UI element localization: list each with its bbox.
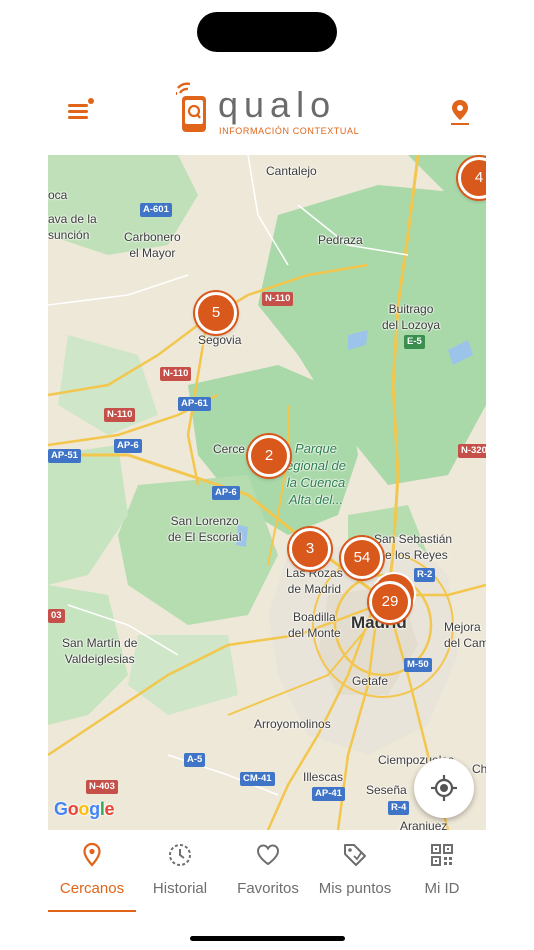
active-tab-indicator (48, 910, 136, 912)
place-oca: oca (48, 188, 68, 202)
place-lasrozas: Las Rozas de Madrid (286, 566, 343, 596)
place-pedraza: Pedraza (318, 233, 363, 247)
map-cluster-marker[interactable]: 29 (369, 581, 411, 623)
place-nava: ava de la sunción (48, 212, 97, 242)
road-n320: N-320 (458, 444, 486, 458)
road-r5: 03 (48, 609, 65, 623)
road-ap6-a: AP-6 (114, 439, 142, 453)
place-cerce: Cerce (213, 442, 246, 456)
tab-label: Mis puntos (318, 880, 392, 897)
place-carbonero: Carbonero el Mayor (124, 230, 181, 260)
tab-label: Cercanos (59, 880, 125, 897)
place-cantalejo: Cantalejo (266, 164, 317, 178)
road-n110-b: N-110 (160, 367, 192, 381)
history-icon (169, 844, 191, 866)
place-boadilla: Boadilla del Monte (288, 610, 341, 640)
app-name: qualo (218, 84, 337, 125)
place-sansebastian: San Sebastián de los Reyes (374, 532, 453, 562)
place-parque: Parque egional de la Cuenca Alta del... (286, 441, 346, 507)
place-arroyomolinos: Arroyomolinos (254, 717, 331, 731)
place-buitrago: Buitrago del Lozoya (382, 302, 441, 332)
app-screen: qualo INFORMACIÓN CONTEXTUAL Cantalejo a… (0, 0, 534, 950)
road-n403: N-403 (86, 780, 118, 794)
home-indicator[interactable] (190, 936, 345, 941)
road-a601: A-601 (140, 203, 172, 217)
tag-icon (344, 844, 366, 866)
tab-label: Mi ID (424, 880, 460, 897)
my-location-button[interactable] (414, 758, 474, 818)
app-header: qualo INFORMACIÓN CONTEXTUAL (0, 70, 534, 150)
place-mejorada: Mejora del Cam (444, 620, 486, 650)
place-getafe: Getafe (352, 674, 389, 688)
place-aranjuez: Aranjuez (400, 819, 448, 830)
tab-historial[interactable]: Historial (136, 832, 224, 912)
road-e5: E-5 (404, 335, 425, 349)
road-n110-a: N-110 (262, 292, 294, 306)
road-ap51: AP-51 (48, 449, 81, 463)
map-cluster-marker[interactable]: 2 (248, 435, 290, 477)
app-tagline: INFORMACIÓN CONTEXTUAL (219, 126, 360, 136)
road-r4: R-4 (388, 801, 410, 815)
device-notch (197, 12, 337, 52)
qualo-logo-icon (176, 82, 206, 132)
place-segovia: Segovia (198, 333, 242, 347)
road-cm41: CM-41 (240, 772, 275, 786)
place-sesena: Seseña (366, 783, 407, 797)
road-ap6-b: AP-6 (212, 486, 240, 500)
map-cluster-marker[interactable]: 54 (341, 537, 383, 579)
tab-cercanos[interactable]: Cercanos (48, 832, 136, 912)
tab-favoritos[interactable]: Favoritos (224, 832, 312, 912)
heart-icon (256, 844, 280, 866)
tab-label: Historial (152, 880, 208, 897)
road-m50: M-50 (404, 658, 432, 672)
map-cluster-marker[interactable]: 5 (195, 292, 237, 334)
road-ap41: AP-41 (312, 787, 345, 801)
map-cluster-marker[interactable]: 3 (289, 528, 331, 570)
gps-target-icon (431, 775, 457, 801)
qualo-logo: qualo INFORMACIÓN CONTEXTUAL (176, 82, 366, 142)
road-n110-c: N-110 (104, 408, 136, 422)
road-ap61: AP-61 (178, 397, 211, 411)
road-a5: A-5 (184, 753, 206, 767)
tab-mi-id[interactable]: Mi ID (398, 832, 486, 912)
tab-label: Favoritos (237, 880, 299, 897)
map-pin-icon (451, 100, 469, 125)
location-button[interactable] (448, 98, 472, 126)
place-illescas: Illescas (303, 770, 344, 784)
map-pin-icon (83, 842, 101, 867)
tab-mis-puntos[interactable]: Mis puntos (310, 832, 400, 912)
place-sanlorenzo: San Lorenzo de El Escorial (168, 514, 242, 544)
place-ch: Ch (472, 762, 486, 776)
map-view[interactable]: Cantalejo ava de la sunción Carbonero el M… (48, 155, 486, 830)
bottom-tab-bar: Cercanos Historial Favoritos Mis puntos (48, 832, 486, 912)
menu-button[interactable] (66, 98, 94, 122)
google-attribution: Google (54, 799, 115, 819)
place-sanmartin: San Martín de Valdeiglesias (62, 636, 138, 666)
road-r2: R-2 (414, 568, 436, 582)
qr-code-icon (431, 844, 453, 866)
